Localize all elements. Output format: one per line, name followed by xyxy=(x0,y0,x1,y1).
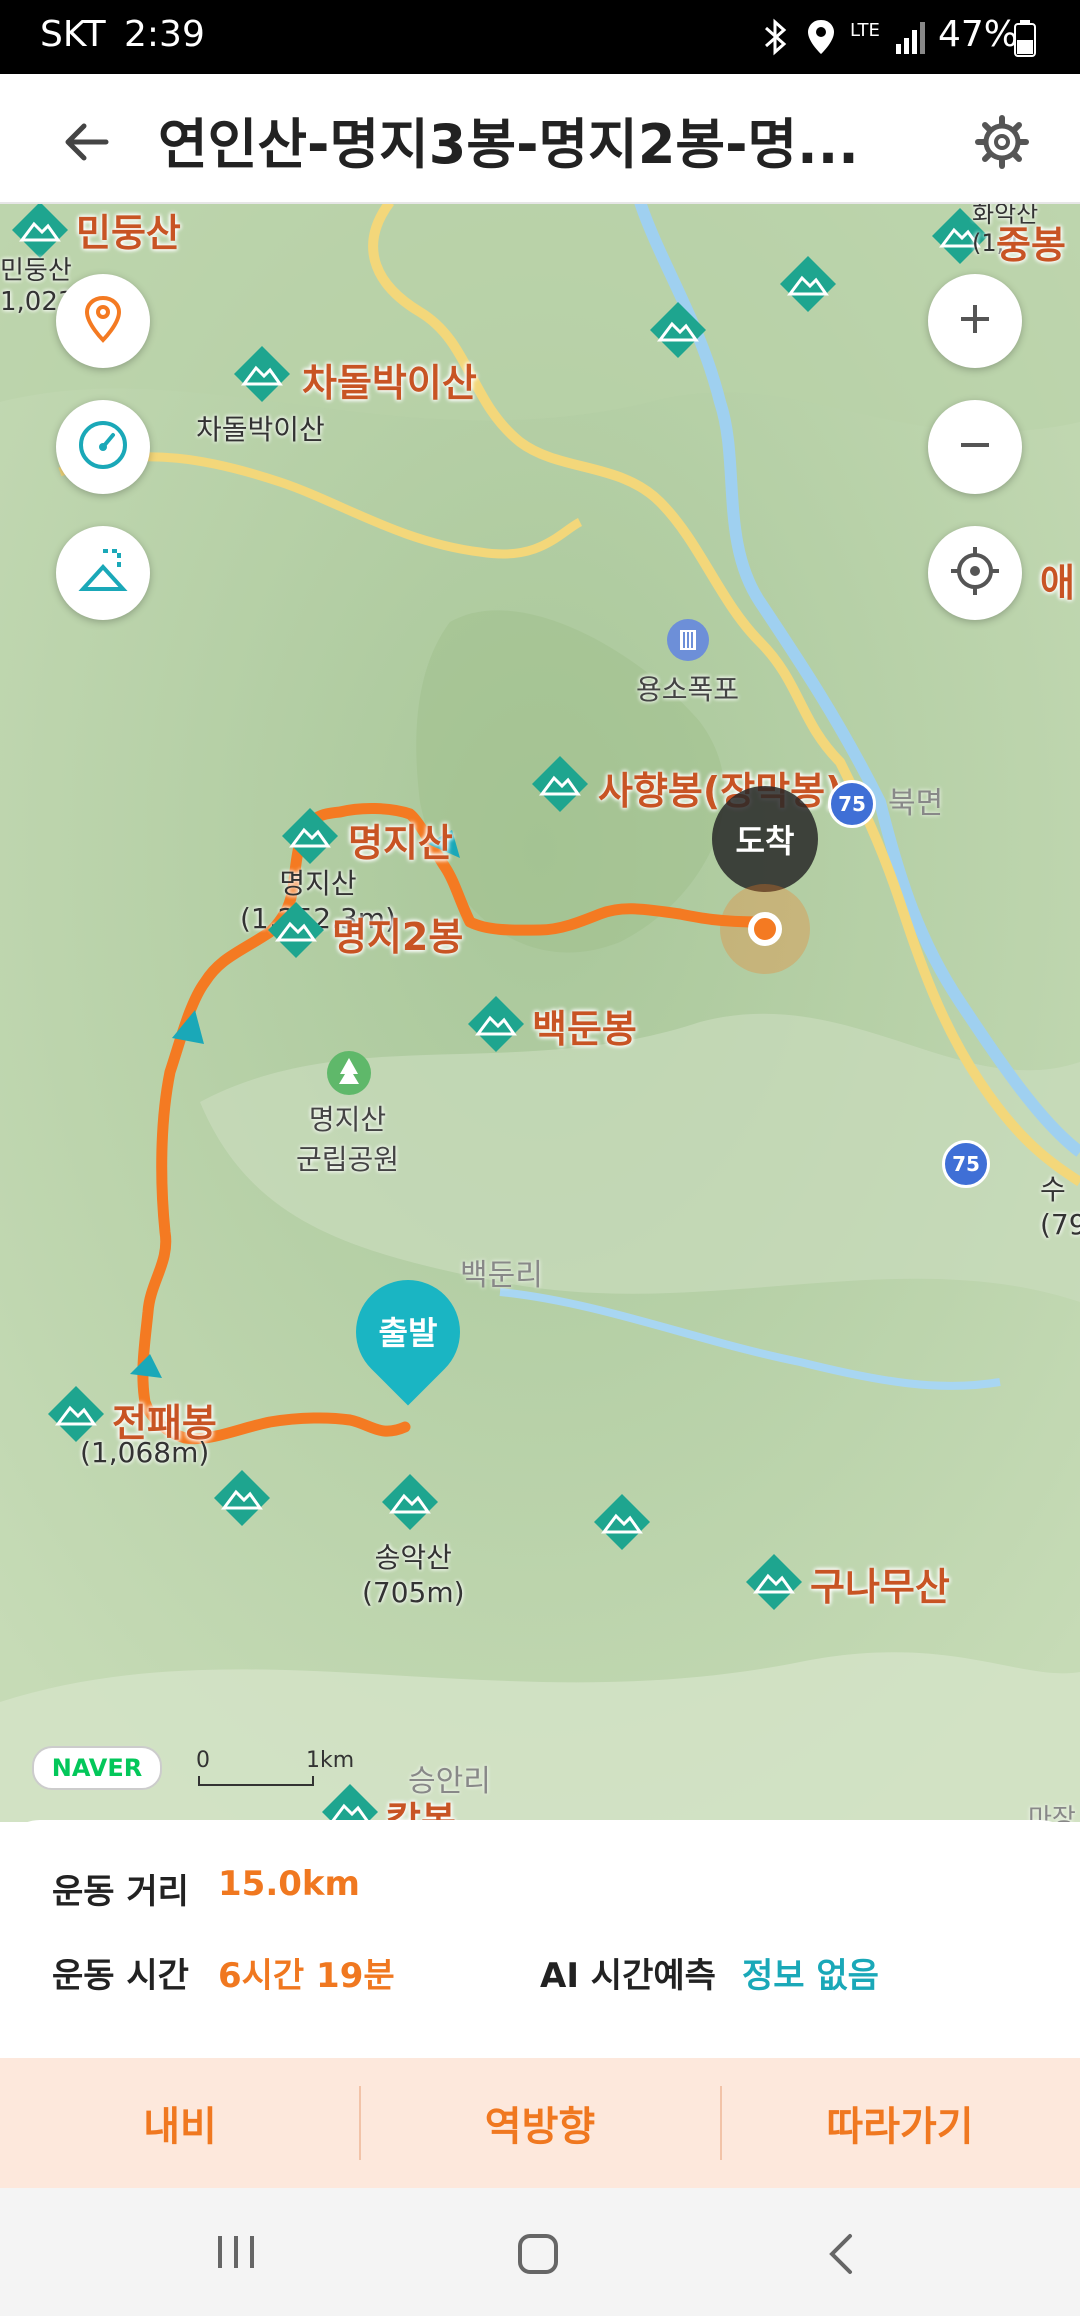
carrier: SKT xyxy=(40,14,106,55)
arrival-point xyxy=(720,884,810,974)
peak-label-jungbong[interactable]: 중봉 xyxy=(996,214,1066,269)
peak-marker-baekdunbong[interactable] xyxy=(466,994,526,1058)
peak-marker-unnamed-1[interactable] xyxy=(648,300,708,364)
location-icon xyxy=(806,18,836,60)
peak-marker-sahyangbong[interactable] xyxy=(530,754,590,818)
arrival-label: 도착 xyxy=(735,822,795,860)
clock: 2:39 xyxy=(124,14,205,55)
route-badge-text: 75 xyxy=(952,1152,980,1176)
top-app-bar: 연인산-명지3봉-명지2봉-명... xyxy=(0,74,1080,204)
naver-logo: NAVER xyxy=(32,1746,162,1790)
naver-logo-text: NAVER xyxy=(51,1754,143,1782)
crosshair-icon xyxy=(947,543,1003,603)
peak-marker-myeongji2[interactable] xyxy=(266,900,326,964)
place-label-yongso: 용소폭포 xyxy=(636,673,740,706)
peak-label-gunamusan[interactable]: 구나무산 xyxy=(810,1556,950,1611)
peak-marker-chadolbaki[interactable] xyxy=(232,344,292,408)
route-badge-75-bottom: 75 xyxy=(942,1140,990,1188)
scale-bar: 0 1km xyxy=(196,1748,354,1788)
zoom-in-button[interactable] xyxy=(928,274,1022,368)
place-label-baekdunri: 백둔리 xyxy=(460,1258,543,1293)
peak-marker-kalbong[interactable] xyxy=(320,1782,380,1822)
peak-marker-gunamusan[interactable] xyxy=(744,1552,804,1616)
peak-label-baekdunbong[interactable]: 백둔봉 xyxy=(532,998,637,1053)
peak-sub-su: 수 (79 xyxy=(1040,1173,1080,1241)
park-label: 명지산 군립공원 xyxy=(296,1103,400,1176)
gear-icon[interactable] xyxy=(974,114,1030,174)
signal-icon xyxy=(894,18,928,60)
ai-time-value: 정보 없음 xyxy=(742,1956,879,1996)
place-label-majang: 마장 xyxy=(1028,1804,1076,1822)
elevation-button[interactable] xyxy=(56,526,150,620)
location-pin-icon xyxy=(81,294,125,348)
peak-marker-unnamed-2[interactable] xyxy=(778,254,838,318)
status-bar: SKT 2:39 LTE 47% xyxy=(0,0,1080,74)
zoom-out-button[interactable] xyxy=(928,400,1022,494)
bluetooth-icon xyxy=(760,18,790,60)
peak-sub-jeonpaebong: (1,068m) xyxy=(80,1436,210,1469)
elevation-icon xyxy=(75,543,131,603)
peak-label-mindongsan[interactable]: 민둥산 xyxy=(76,202,181,257)
park-marker[interactable] xyxy=(326,1050,372,1100)
peak-label-myeongjisan[interactable]: 명지산 xyxy=(348,812,453,867)
peak-sub-chadolbaki: 차돌박이산 xyxy=(196,413,325,446)
reverse-button[interactable]: 역방향 xyxy=(360,2058,720,2188)
home-icon[interactable] xyxy=(516,2232,560,2280)
distance-value: 15.0km xyxy=(218,1864,360,1904)
peak-label-myeongji2[interactable]: 명지2봉 xyxy=(332,906,463,961)
minus-icon xyxy=(955,425,995,469)
distance-label: 운동 거리 xyxy=(52,1872,189,1912)
time-label: 운동 시간 xyxy=(52,1956,189,1996)
plus-icon xyxy=(955,299,995,343)
battery-percent: 47% xyxy=(938,14,1019,55)
peak-marker-songaksan[interactable] xyxy=(380,1472,440,1536)
speedometer-icon xyxy=(75,417,131,477)
map-view[interactable]: 민둥산 민둥산 1,023 차돌박이산 차돌박이산 화악산 (1,4 중봉 사향… xyxy=(0,202,1080,1822)
start-label: 출발 xyxy=(378,1314,438,1352)
lte-indicator: LTE xyxy=(850,20,880,41)
back-arrow-icon[interactable] xyxy=(58,114,114,174)
action-bar: 내비 역방향 따라가기 xyxy=(0,2058,1080,2188)
follow-button[interactable]: 따라가기 xyxy=(720,2058,1080,2188)
peak-marker-myeongjisan[interactable] xyxy=(280,806,340,870)
peak-label-ae[interactable]: 애 xyxy=(1040,552,1075,607)
time-value: 6시간 19분 xyxy=(218,1956,395,1996)
peak-sub-songaksan: 송악산 (705m) xyxy=(362,1541,465,1609)
place-label-bukmyeon: 북면 xyxy=(888,786,944,821)
system-nav-bar xyxy=(0,2188,1080,2316)
route-badge-75-top: 75 xyxy=(828,780,876,828)
my-location-button[interactable] xyxy=(928,526,1022,620)
page-title: 연인산-명지3봉-명지2봉-명... xyxy=(158,113,859,176)
speedometer-button[interactable] xyxy=(56,400,150,494)
route-badge-text: 75 xyxy=(838,792,866,816)
waterfall-marker[interactable] xyxy=(666,618,710,666)
scale-dist: 1km xyxy=(306,1748,355,1773)
peak-marker-unnamed-4[interactable] xyxy=(592,1492,652,1556)
place-label-songanri: 승안리 xyxy=(408,1764,491,1799)
location-pin-button[interactable] xyxy=(56,274,150,368)
back-icon[interactable] xyxy=(822,2230,862,2282)
navi-button[interactable]: 내비 xyxy=(0,2058,360,2188)
peak-marker-unnamed-3[interactable] xyxy=(212,1468,272,1532)
recent-apps-icon[interactable] xyxy=(214,2232,258,2276)
battery-icon xyxy=(1014,20,1036,62)
ai-time-label: AI 시간예측 xyxy=(540,1956,716,1996)
scale-zero: 0 xyxy=(196,1748,210,1773)
peak-label-chadolbaki[interactable]: 차돌박이산 xyxy=(302,352,477,407)
arrival-marker[interactable]: 도착 xyxy=(712,786,818,892)
